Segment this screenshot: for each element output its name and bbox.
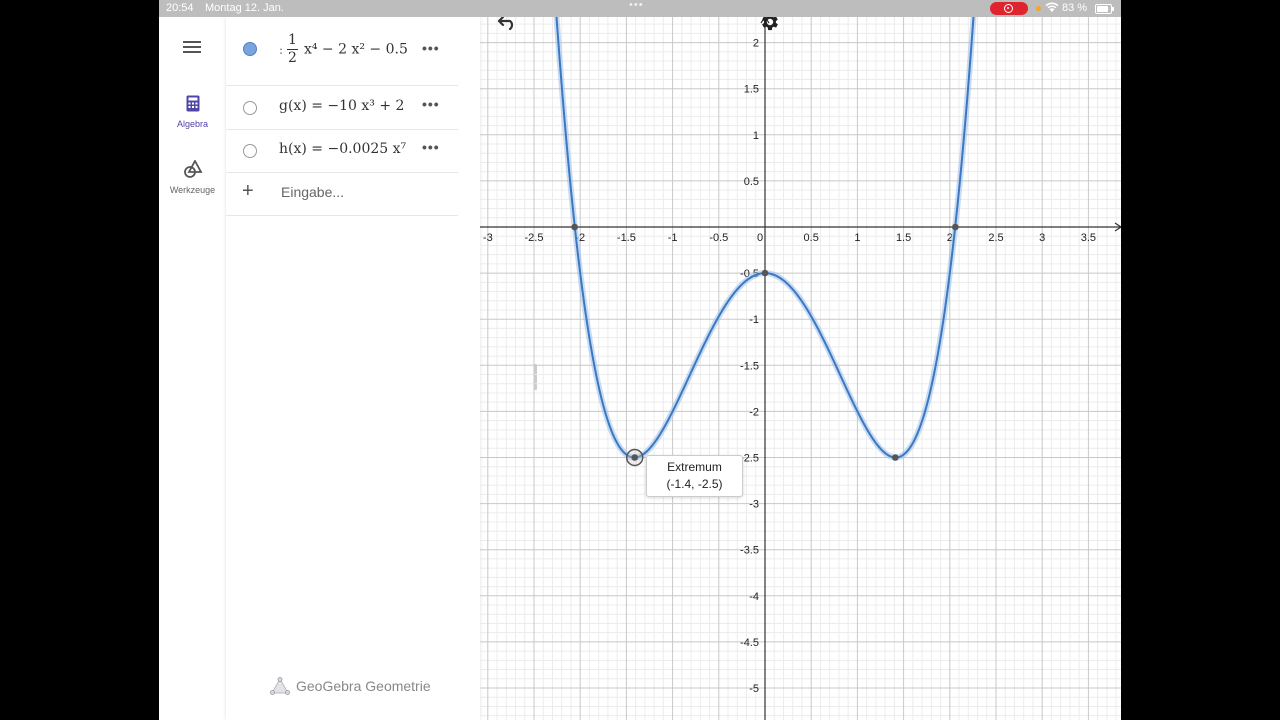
graph-canvas[interactable]: -3 -2.5 -2 -1.5 -1 -0.5 0 0.5 1 1.5 2 2.5 3 3.5 21.51…: [480, 17, 1121, 720]
expression-prefix: :: [279, 42, 284, 57]
x-tick-label: 1: [854, 232, 860, 244]
visibility-toggle-off[interactable]: [243, 101, 257, 115]
menu-icon[interactable]: [183, 41, 201, 55]
nav-tools-button[interactable]: Werkzeuge: [159, 159, 226, 195]
fraction: 12: [287, 32, 298, 67]
tooltip-title: Extremum: [667, 460, 722, 474]
app-name: GeoGebra Geometrie: [296, 678, 431, 694]
nav-algebra-label: Algebra: [176, 119, 209, 129]
x-tick-label: -3: [483, 232, 493, 244]
status-bar: 20:54 Montag 12. Jan. ••• 83 %: [159, 0, 1121, 17]
y-tick-label: 2: [753, 38, 759, 50]
x-tick-label: 2.5: [988, 232, 1003, 244]
algebra-item[interactable]: g(x) = −10 x³ + 2 •••: [226, 86, 458, 130]
multitasking-dots-icon[interactable]: •••: [629, 0, 644, 11]
tablet-screen: 20:54 Montag 12. Jan. ••• 83 % Algebra W…: [159, 0, 1121, 720]
screen-recording-icon[interactable]: [990, 2, 1028, 15]
selected-extremum-point: [631, 454, 639, 461]
status-date: Montag 12. Jan.: [205, 2, 284, 14]
plus-icon[interactable]: +: [242, 180, 254, 203]
y-tick-label: 0.5: [744, 176, 759, 188]
x-tick-label: -0.5: [709, 232, 728, 244]
visibility-toggle-off[interactable]: [243, 144, 257, 158]
special-point: [571, 223, 578, 231]
y-tick-label: -1.5: [740, 360, 759, 372]
navigation-rail: Algebra Werkzeuge: [159, 17, 226, 720]
y-tick-label: -1: [749, 314, 759, 326]
camera-indicator-icon: [1036, 6, 1041, 11]
graphics-view[interactable]: -3 -2.5 -2 -1.5 -1 -0.5 0 0.5 1 1.5 2 2.5 3 3.5 2 1.5 1…: [480, 17, 1121, 720]
algebra-input-row[interactable]: + Eingabe...: [226, 172, 458, 216]
input-field[interactable]: Eingabe...: [281, 184, 344, 200]
more-options-icon[interactable]: •••: [422, 40, 440, 56]
app-logo: GeoGebra Geometrie: [270, 677, 431, 695]
polynomial-text: x⁴ − 2 x² − 0.5: [303, 41, 407, 58]
algebra-expression[interactable]: :1 2 x⁴ − 2 x² − 0.5: [279, 32, 407, 78]
x-tick-label: 0.5: [804, 232, 819, 244]
y-tick-label: 1.5: [744, 84, 759, 96]
geogebra-logo-icon: [270, 677, 290, 695]
more-options-icon[interactable]: •••: [422, 139, 440, 155]
algebra-item[interactable]: h(x) = −0.0025 x⁷ •••: [226, 129, 458, 173]
x-tick-label: 1.5: [896, 232, 911, 244]
status-time: 20:54: [166, 2, 194, 14]
tooltip-coordinates: (-1.4, -2.5): [666, 477, 723, 491]
y-tick-label: -5: [749, 683, 759, 695]
fraction-numerator: 1: [287, 32, 298, 50]
algebra-item[interactable]: :1 2 x⁴ − 2 x² − 0.5 •••: [226, 27, 458, 86]
x-tick-label: 3: [1039, 232, 1045, 244]
battery-icon: [1095, 4, 1114, 14]
y-tick-label: -2: [749, 406, 759, 418]
more-options-icon[interactable]: •••: [422, 96, 440, 112]
undo-icon[interactable]: [497, 14, 518, 37]
special-point: [891, 454, 899, 461]
y-tick-label: -4.5: [740, 637, 759, 649]
y-tick-label: -3.5: [740, 545, 759, 557]
x-tick-label: -1.5: [617, 232, 636, 244]
visibility-toggle-on[interactable]: [243, 42, 257, 56]
x-tick-label: -1: [668, 232, 678, 244]
wifi-icon: [1045, 1, 1059, 16]
algebra-panel: :1 2 x⁴ − 2 x² − 0.5 ••• g(x) = −10 x³ + 2…: [226, 17, 537, 720]
y-tick-label: -4: [749, 591, 759, 603]
extremum-tooltip: Extremum (-1.4, -2.5): [646, 455, 743, 497]
special-point: [761, 269, 769, 277]
x-tick-label: 0: [757, 232, 763, 244]
x-tick-label: 3.5: [1081, 232, 1096, 244]
x-tick-label: -2.5: [525, 232, 544, 244]
special-point: [952, 223, 959, 231]
battery-percentage: 83 %: [1062, 2, 1088, 14]
y-tick-label: 1: [753, 130, 759, 142]
algebra-expression[interactable]: g(x) = −10 x³ + 2: [279, 98, 407, 114]
nav-algebra-button[interactable]: Algebra: [159, 95, 226, 129]
shapes-tools-icon: [183, 159, 203, 178]
y-tick-label: -3: [749, 499, 759, 511]
nav-tools-label: Werkzeuge: [169, 185, 216, 195]
fraction-denominator: 2: [288, 50, 297, 66]
algebra-expression[interactable]: h(x) = −0.0025 x⁷: [279, 141, 407, 157]
calculator-icon: [186, 95, 199, 112]
